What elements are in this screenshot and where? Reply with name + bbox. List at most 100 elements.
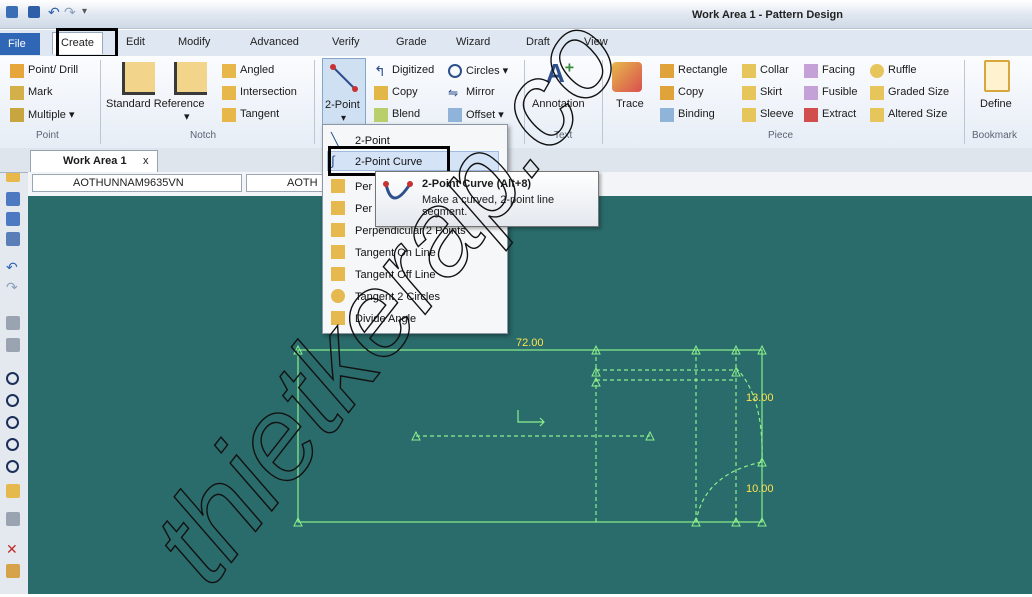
tangent-on-line-icon xyxy=(331,245,345,259)
extract-icon xyxy=(804,108,818,122)
fusible-button[interactable]: Fusible xyxy=(822,86,857,98)
print-icon[interactable] xyxy=(6,232,20,246)
multiple-button[interactable]: Multiple ▾ xyxy=(28,108,74,121)
save-icon[interactable] xyxy=(28,6,40,18)
piece-field-2-label: AOTH xyxy=(287,177,318,189)
sleeve-button[interactable]: Sleeve xyxy=(760,108,794,120)
menu-item-tangent-2-circles[interactable]: Tangent 2 Circles xyxy=(355,291,440,303)
title-bar: ↶ ↷ ▾ Work Area 1 - Pattern Design xyxy=(0,0,1032,29)
clipboard-icon[interactable] xyxy=(6,316,20,330)
group-label-point: Point xyxy=(36,130,59,141)
pattern-drawing: 72.00 13.00 10.00 xyxy=(293,337,774,527)
save-toolbar-icon[interactable] xyxy=(6,192,20,206)
menu-item-divide-angle[interactable]: Divide Angle xyxy=(355,313,416,325)
create-tab-highlight xyxy=(56,28,118,58)
mirror-button[interactable]: Mirror xyxy=(466,86,495,98)
ruffle-button[interactable]: Ruffle xyxy=(888,64,917,76)
menu-tab-row: File Create Edit Modify Advanced Verify … xyxy=(0,30,1032,56)
altered-size-button[interactable]: Altered Size xyxy=(888,108,947,120)
define-button[interactable]: Define xyxy=(980,98,1012,110)
facing-icon xyxy=(804,64,818,78)
piece-icon[interactable] xyxy=(6,484,20,498)
drawing-canvas[interactable]: 72.00 13.00 10.00 xyxy=(28,196,1032,594)
sheet-icon[interactable] xyxy=(6,338,20,352)
pattern-outline xyxy=(297,349,763,523)
offset-button[interactable]: Offset ▾ xyxy=(466,108,504,121)
divide-angle-icon xyxy=(331,311,345,325)
intersection-button[interactable]: Intersection xyxy=(240,86,297,98)
mirror-icon: ⇋ xyxy=(448,86,459,100)
undo-icon[interactable]: ↶ xyxy=(48,5,60,19)
tab-advanced[interactable]: Advanced xyxy=(250,36,299,48)
delete-icon[interactable]: ✕ xyxy=(6,542,20,556)
copy-piece-button[interactable]: Copy xyxy=(678,86,704,98)
mark-icon xyxy=(10,86,24,100)
two-point-label: 2-Point xyxy=(325,99,360,111)
redo-toolbar-icon[interactable]: ↷ xyxy=(6,280,20,294)
tangent-icon xyxy=(222,108,236,122)
group-label-bookmark: Bookmark xyxy=(972,130,1018,141)
tangent-button[interactable]: Tangent xyxy=(240,108,279,120)
zoom-window-icon[interactable] xyxy=(6,416,19,429)
tab-draft[interactable]: Draft xyxy=(526,36,550,48)
tab-view[interactable]: View xyxy=(584,36,608,48)
binding-button[interactable]: Binding xyxy=(678,108,715,120)
perpendicular-2-points-icon xyxy=(331,223,345,237)
tooltip-title: 2-Point Curve (Alt+8) xyxy=(422,178,532,190)
digitized-button[interactable]: Digitized xyxy=(392,64,434,76)
tab-work-area-1[interactable]: Work Area 1 x xyxy=(30,150,158,172)
digitized-icon: ↰ xyxy=(374,63,386,79)
angled-icon xyxy=(222,64,236,78)
zoom-in-icon[interactable] xyxy=(6,372,19,385)
grid-icon[interactable] xyxy=(6,512,20,526)
two-point-button[interactable]: 2-Point ▾ xyxy=(322,58,366,126)
blend-button[interactable]: Blend xyxy=(392,108,420,120)
tab-modify[interactable]: Modify xyxy=(178,36,210,48)
graded-size-button[interactable]: Graded Size xyxy=(888,86,949,98)
graded-size-icon xyxy=(870,86,884,100)
undo-toolbar-icon[interactable]: ↶ xyxy=(6,260,20,274)
tab-wizard[interactable]: Wizard xyxy=(456,36,490,48)
copy-line-button[interactable]: Copy xyxy=(392,86,418,98)
app-icon[interactable] xyxy=(6,6,18,18)
tab-grade[interactable]: Grade xyxy=(396,36,427,48)
group-label-notch: Notch xyxy=(190,130,217,141)
offset-icon xyxy=(448,108,462,122)
zoom-prev-icon[interactable] xyxy=(6,460,19,473)
annotation-button[interactable]: Annotation xyxy=(532,98,585,110)
work-area-tab-label: Work Area 1 xyxy=(63,155,127,167)
extract-button[interactable]: Extract xyxy=(822,108,856,120)
tab-file[interactable]: File xyxy=(0,33,40,55)
skirt-button[interactable]: Skirt xyxy=(760,86,782,98)
point-drill-button[interactable]: Point/ Drill xyxy=(28,64,78,76)
trace-button[interactable]: Trace xyxy=(616,98,644,110)
zoom-out-icon[interactable] xyxy=(6,394,19,407)
menu-item-per-2[interactable]: Per xyxy=(355,203,372,215)
angled-button[interactable]: Angled xyxy=(240,64,274,76)
save-as-icon[interactable] xyxy=(6,212,20,226)
tangent-off-line-icon xyxy=(331,267,345,281)
copy-piece-icon xyxy=(660,86,674,100)
circles-button[interactable]: Circles ▾ xyxy=(466,64,508,77)
close-tab-icon[interactable]: x xyxy=(143,155,149,167)
collar-button[interactable]: Collar xyxy=(760,64,789,76)
menu-item-per-1[interactable]: Per xyxy=(355,181,372,193)
piece-field-1[interactable]: AOTHUNNAM9635VN xyxy=(32,174,242,192)
tab-edit[interactable]: Edit xyxy=(126,36,145,48)
left-toolbar: ↶ ↷ ✕ xyxy=(0,148,29,594)
multiple-icon xyxy=(10,108,24,122)
two-point-item-icon: ╲ xyxy=(331,132,339,147)
two-point-dropdown-arrow[interactable]: ▾ xyxy=(341,113,346,124)
tab-verify[interactable]: Verify xyxy=(332,36,360,48)
standard-reference-button[interactable]: Standard Reference xyxy=(106,98,204,110)
menu-item-tangent-on-line[interactable]: Tangent On Line xyxy=(355,247,436,259)
notch-dropdown-arrow[interactable]: ▾ xyxy=(184,110,190,123)
rectangle-button[interactable]: Rectangle xyxy=(678,64,728,76)
quick-access-dropdown-icon[interactable]: ▾ xyxy=(82,6,94,18)
facing-button[interactable]: Facing xyxy=(822,64,855,76)
mark-button[interactable]: Mark xyxy=(28,86,52,98)
redo-icon[interactable]: ↷ xyxy=(64,5,76,19)
zoom-fit-icon[interactable] xyxy=(6,438,19,451)
tools-icon[interactable] xyxy=(6,564,20,578)
menu-item-tangent-off-line[interactable]: Tangent Off Line xyxy=(355,269,436,281)
